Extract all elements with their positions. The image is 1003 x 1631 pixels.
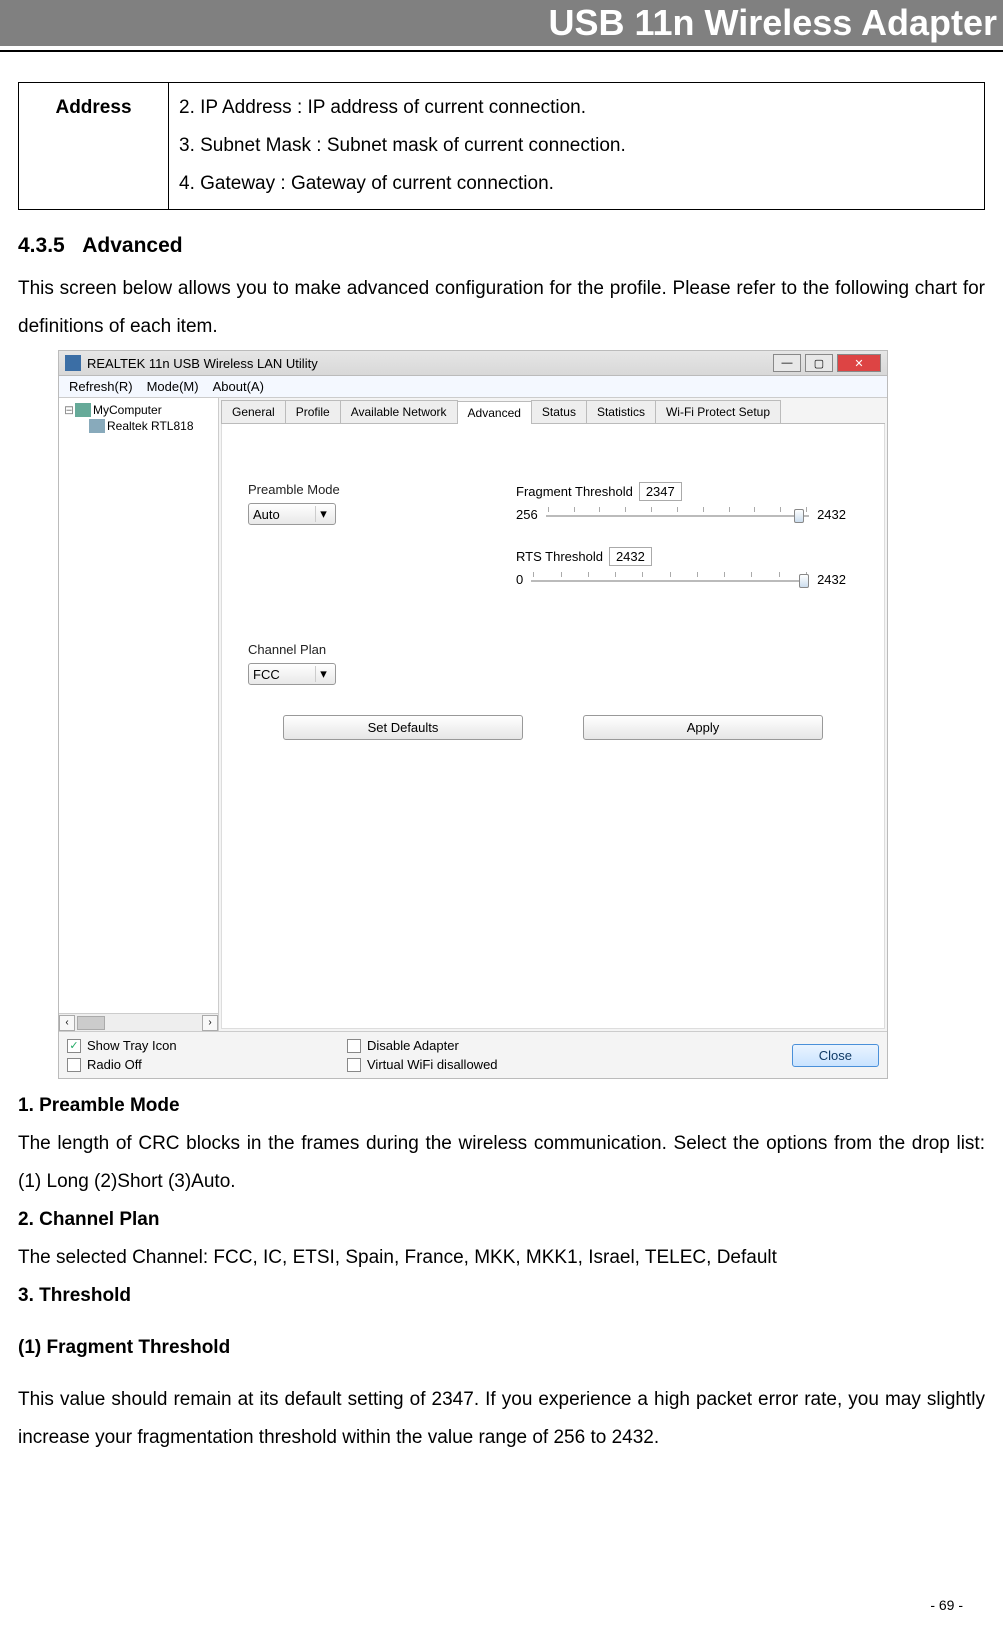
rts-label: RTS Threshold: [516, 549, 603, 564]
radio-off-label: Radio Off: [87, 1057, 142, 1072]
tab-available-network[interactable]: Available Network: [340, 400, 458, 423]
checkbox-icon: [67, 1058, 81, 1072]
fragment-slider-thumb[interactable]: [794, 509, 804, 523]
para-fragment-threshold: This value should remain at its default …: [18, 1381, 985, 1457]
app-icon: [65, 355, 81, 371]
show-tray-checkbox[interactable]: ✓ Show Tray Icon: [67, 1038, 347, 1053]
section-number: 4.3.5: [18, 234, 65, 257]
heading-channel: 2. Channel Plan: [18, 1201, 985, 1239]
set-defaults-button[interactable]: Set Defaults: [283, 715, 523, 740]
collapse-icon[interactable]: ⊟: [63, 403, 75, 417]
fragment-min: 256: [516, 507, 538, 522]
preamble-combo[interactable]: Auto ▾: [248, 503, 336, 525]
scroll-left-icon[interactable]: ‹: [59, 1015, 75, 1031]
menu-about[interactable]: About(A): [213, 379, 264, 394]
minimize-button[interactable]: —: [773, 354, 801, 372]
page-number: - 69 -: [930, 1597, 963, 1613]
tab-statistics[interactable]: Statistics: [586, 400, 656, 423]
menu-mode[interactable]: Mode(M): [147, 379, 199, 394]
fragment-value: 2347: [639, 482, 682, 501]
def-row: 2. IP Address : IP address of current co…: [179, 89, 974, 127]
virtual-wifi-label: Virtual WiFi disallowed: [367, 1057, 498, 1072]
def-row: 4. Gateway : Gateway of current connecti…: [179, 165, 974, 203]
heading-preamble: 1. Preamble Mode: [18, 1087, 985, 1125]
para-preamble: The length of CRC blocks in the frames d…: [18, 1125, 985, 1201]
rts-max: 2432: [817, 572, 846, 587]
close-window-button[interactable]: ✕: [837, 354, 881, 372]
checkbox-icon: [347, 1058, 361, 1072]
preamble-value: Auto: [253, 507, 280, 522]
tab-advanced[interactable]: Advanced: [457, 401, 532, 424]
def-label: Address: [19, 83, 169, 210]
tab-wps[interactable]: Wi-Fi Protect Setup: [655, 400, 781, 423]
rts-slider-thumb[interactable]: [799, 574, 809, 588]
menubar: Refresh(R) Mode(M) About(A): [59, 376, 887, 398]
tab-status[interactable]: Status: [531, 400, 587, 423]
virtual-wifi-checkbox[interactable]: Virtual WiFi disallowed: [347, 1057, 627, 1072]
tab-content: Preamble Mode Auto ▾ Fragment Threshold …: [221, 424, 885, 1029]
rts-value: 2432: [609, 547, 652, 566]
radio-off-checkbox[interactable]: Radio Off: [67, 1057, 347, 1072]
checkbox-checked-icon: ✓: [67, 1039, 81, 1053]
tab-profile[interactable]: Profile: [285, 400, 341, 423]
scroll-thumb[interactable]: [77, 1016, 105, 1030]
window-title: REALTEK 11n USB Wireless LAN Utility: [87, 356, 318, 371]
tree-scrollbar[interactable]: ‹ ›: [59, 1013, 218, 1031]
tab-strip: General Profile Available Network Advanc…: [221, 400, 885, 424]
def-row: 3. Subnet Mask : Subnet mask of current …: [179, 127, 974, 165]
chevron-down-icon[interactable]: ▾: [315, 506, 331, 522]
checkbox-icon: [347, 1039, 361, 1053]
disable-adapter-label: Disable Adapter: [367, 1038, 459, 1053]
menu-refresh[interactable]: Refresh(R): [69, 379, 133, 394]
apply-button[interactable]: Apply: [583, 715, 823, 740]
tree-root[interactable]: ⊟ MyComputer: [61, 402, 216, 418]
chevron-down-icon[interactable]: ▾: [315, 666, 331, 682]
device-tree[interactable]: ⊟ MyComputer Realtek RTL818 ‹ ›: [59, 398, 219, 1031]
heading-fragment-threshold: (1) Fragment Threshold: [18, 1329, 985, 1367]
titlebar[interactable]: REALTEK 11n USB Wireless LAN Utility — ▢…: [59, 351, 887, 376]
fragment-max: 2432: [817, 507, 846, 522]
section-title: Advanced: [82, 234, 182, 257]
section-intro: This screen below allows you to make adv…: [18, 270, 985, 346]
fragment-slider[interactable]: [546, 505, 809, 523]
tree-child-label: Realtek RTL818: [107, 419, 194, 433]
tree-root-label: MyComputer: [93, 403, 162, 417]
section-heading: 4.3.5 Advanced: [18, 234, 985, 258]
channel-label: Channel Plan: [248, 642, 478, 657]
adapter-icon: [89, 419, 105, 433]
rts-min: 0: [516, 572, 523, 587]
app-window: REALTEK 11n USB Wireless LAN Utility — ▢…: [58, 350, 888, 1079]
maximize-button[interactable]: ▢: [805, 354, 833, 372]
header-rule: [0, 50, 1003, 52]
main-pane: General Profile Available Network Advanc…: [219, 398, 887, 1031]
tree-child[interactable]: Realtek RTL818: [61, 418, 216, 434]
definition-table: Address 2. IP Address : IP address of cu…: [18, 82, 985, 210]
computer-icon: [75, 403, 91, 417]
preamble-label: Preamble Mode: [248, 482, 478, 497]
fragment-label: Fragment Threshold: [516, 484, 633, 499]
page-header: USB 11n Wireless Adapter: [0, 0, 1003, 46]
para-channel: The selected Channel: FCC, IC, ETSI, Spa…: [18, 1239, 985, 1277]
heading-threshold: 3. Threshold: [18, 1277, 985, 1315]
show-tray-label: Show Tray Icon: [87, 1038, 177, 1053]
tab-general[interactable]: General: [221, 400, 286, 423]
close-button[interactable]: Close: [792, 1044, 879, 1067]
def-content: 2. IP Address : IP address of current co…: [169, 83, 985, 210]
bottom-bar: ✓ Show Tray Icon Radio Off Disable Adapt…: [59, 1031, 887, 1078]
channel-value: FCC: [253, 667, 280, 682]
scroll-right-icon[interactable]: ›: [202, 1015, 218, 1031]
disable-adapter-checkbox[interactable]: Disable Adapter: [347, 1038, 627, 1053]
rts-slider[interactable]: [531, 570, 809, 588]
channel-combo[interactable]: FCC ▾: [248, 663, 336, 685]
